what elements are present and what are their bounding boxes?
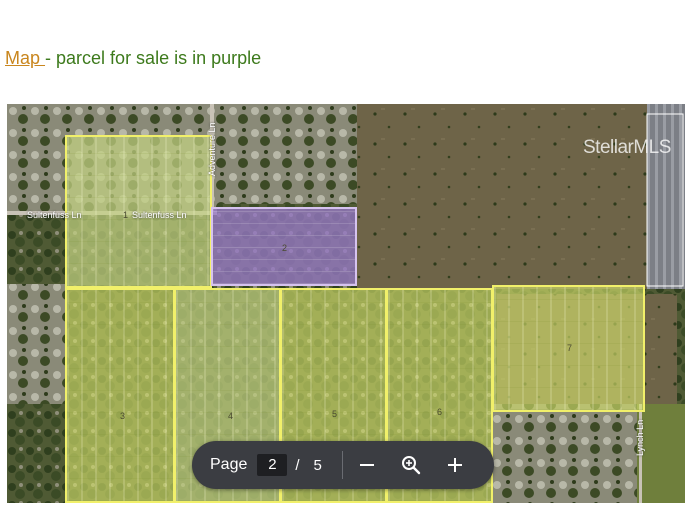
watermark: StellarMLS xyxy=(583,137,671,158)
minus-icon xyxy=(359,464,374,466)
map-link[interactable]: Map xyxy=(5,48,45,68)
caption-text: - parcel for sale is in purple xyxy=(45,48,262,68)
parcel-3-label: 3 xyxy=(120,411,126,421)
parcel-2-label: 2 xyxy=(282,243,288,253)
page-toolbar: Page 2 / 5 xyxy=(192,441,494,489)
map-caption: Map - parcel for sale is in purple xyxy=(5,48,261,69)
plus-icon xyxy=(447,458,462,472)
parcel-1-label: 1 xyxy=(123,210,129,220)
parcel-7[interactable]: 7 xyxy=(492,285,645,412)
total-pages: 5 xyxy=(313,456,322,474)
page-number-input[interactable]: 2 xyxy=(257,454,288,476)
parcel-6-label: 6 xyxy=(437,407,443,417)
road-label-vertical-right: Lynch Ln xyxy=(635,419,645,456)
parcel-3[interactable]: 3 xyxy=(65,288,175,503)
page-label: Page xyxy=(210,456,248,473)
zoom-in-button[interactable] xyxy=(439,449,471,481)
road-label-sultenfuss-right: Sultenfuss Ln xyxy=(132,210,187,220)
road-label-vertical-top: Adventure Ln xyxy=(207,122,217,176)
zoom-out-button[interactable] xyxy=(351,449,383,481)
page-separator: / xyxy=(295,456,300,474)
road-label-sultenfuss-left: Sultenfuss Ln xyxy=(27,210,82,220)
toolbar-divider xyxy=(341,451,343,479)
parcel-2-for-sale[interactable]: 2 xyxy=(211,207,357,286)
parcel-4-label: 4 xyxy=(228,411,234,421)
page: Map - parcel for sale is in purple 1 2 3… xyxy=(0,0,685,505)
zoom-magnifier-icon xyxy=(401,456,421,475)
parcel-7-label: 7 xyxy=(567,343,573,353)
parcel-5-label: 5 xyxy=(332,409,338,419)
zoom-fit-button[interactable] xyxy=(395,449,427,481)
